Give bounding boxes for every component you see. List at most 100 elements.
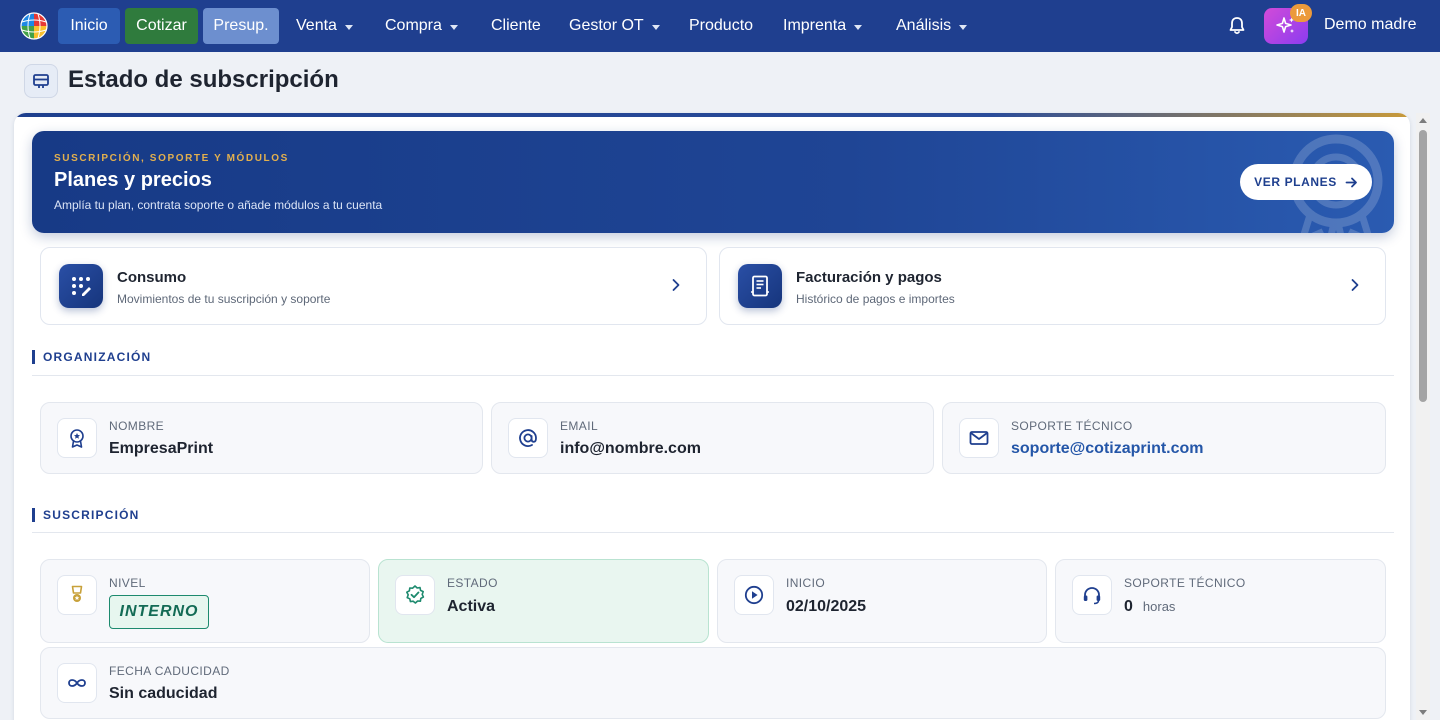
nav-analisis-menu[interactable]: Análisis [896, 8, 968, 44]
nav-gestor-ot-label: Gestor OT [569, 17, 644, 34]
expiry-card: FECHA CADUCIDAD Sin caducidad [40, 647, 1386, 719]
top-navbar: Inicio Cotizar Presup. Venta Compra Clie… [0, 0, 1440, 52]
check-badge-icon [406, 585, 425, 604]
subscription-page-icon [24, 64, 58, 98]
status-label: ESTADO [447, 576, 498, 590]
view-plans-button[interactable]: VER PLANES [1240, 164, 1372, 200]
consumption-title: Consumo [117, 269, 187, 286]
billing-title: Facturación y pagos [796, 269, 942, 286]
consumption-icon-box [59, 264, 103, 308]
mail-icon [969, 431, 989, 445]
subscription-section-header: SUSCRIPCIÓN [32, 507, 140, 523]
consumption-card[interactable]: Consumo Movimientos de tu suscripción y … [40, 247, 707, 325]
nav-compra-label: Compra [385, 17, 442, 34]
chevron-right-icon [1351, 279, 1359, 291]
nav-producto-label: Producto [689, 17, 754, 34]
support-email-link[interactable]: soporte@cotizaprint.com [1011, 440, 1204, 458]
infinity-icon [68, 679, 86, 687]
org-email-label: EMAIL [560, 419, 599, 433]
caret-down-icon [344, 24, 353, 30]
at-icon-box [508, 418, 548, 458]
start-value: 02/10/2025 [786, 598, 867, 615]
expiry-value: Sin caducidad [109, 685, 218, 702]
play-icon-box [734, 575, 774, 615]
at-icon [519, 429, 537, 447]
nav-venta-label: Venta [296, 17, 337, 34]
app-logo-icon[interactable] [20, 12, 48, 40]
scrollbar-thumb[interactable] [1419, 130, 1427, 402]
billing-subtitle: Histórico de pagos e importes [796, 292, 955, 306]
nav-inicio-button[interactable]: Inicio [58, 8, 120, 44]
banner-subtitle: Amplía tu plan, contrata soporte o añade… [54, 198, 383, 212]
arrow-right-icon [1345, 177, 1357, 187]
org-support-card: SOPORTE TÉCNICO soporte@cotizaprint.com [942, 402, 1386, 474]
nav-cotizar-button[interactable]: Cotizar [125, 8, 198, 44]
nav-presup-button[interactable]: Presup. [203, 8, 279, 44]
organization-section-header: ORGANIZACIÓN [32, 349, 151, 365]
billing-card[interactable]: Facturación y pagos Histórico de pagos e… [719, 247, 1386, 325]
level-label: NIVEL [109, 576, 146, 590]
expiry-label: FECHA CADUCIDAD [109, 664, 230, 678]
headset-icon [1083, 587, 1101, 605]
level-badge: INTERNO [109, 595, 209, 629]
nav-cliente-label: Cliente [491, 17, 541, 34]
user-menu[interactable]: Demo madre [1324, 16, 1416, 34]
support-hours-unit: horas [1142, 599, 1176, 614]
caret-down-icon [959, 24, 968, 30]
invoice-icon [751, 275, 769, 297]
org-email-card: EMAIL info@nombre.com [491, 402, 934, 474]
caret-down-icon [854, 24, 863, 30]
organization-heading: ORGANIZACIÓN [43, 350, 152, 364]
headset-icon-box [1072, 575, 1112, 615]
nav-gestor-ot-menu[interactable]: Gestor OT [569, 8, 660, 44]
dial-pad-icon [72, 277, 91, 296]
chevron-right-icon [672, 279, 680, 291]
medal-icon [71, 585, 83, 602]
status-value: Activa [447, 598, 496, 615]
plans-banner: SUSCRIPCIÓN, SOPORTE Y MÓDULOS Planes y … [32, 131, 1394, 233]
nav-venta-menu[interactable]: Venta [296, 8, 353, 44]
status-card: ESTADO Activa [378, 559, 709, 643]
nav-imprenta-label: Imprenta [783, 17, 847, 34]
subscription-card: SUSCRIPCIÓN, SOPORTE Y MÓDULOS Planes y … [14, 113, 1410, 720]
banner-title: Planes y precios [54, 169, 212, 191]
level-card: NIVEL INTERNO [40, 559, 370, 643]
org-name-card: NOMBRE EmpresaPrint [40, 402, 483, 474]
support-hours-number: 0 [1124, 598, 1133, 615]
caret-down-icon [449, 24, 458, 30]
accent-strip [14, 113, 1410, 117]
consumption-subtitle: Movimientos de tu suscripción y soporte [117, 292, 331, 306]
support-hours-card: SOPORTE TÉCNICO 0 horas [1055, 559, 1386, 643]
start-label: INICIO [786, 576, 826, 590]
org-support-label: SOPORTE TÉCNICO [1011, 419, 1133, 433]
nav-analisis-label: Análisis [896, 17, 952, 34]
receipt-icon [33, 74, 49, 88]
scroll-up-arrow-icon[interactable] [1419, 118, 1427, 123]
section-accent-bar [32, 508, 35, 522]
award-icon [70, 429, 84, 448]
nav-producto-link[interactable]: Producto [689, 8, 753, 44]
support-hours-label: SOPORTE TÉCNICO [1124, 576, 1246, 590]
billing-icon-box [738, 264, 782, 308]
bell-icon[interactable] [1227, 16, 1247, 36]
org-name-value: EmpresaPrint [109, 440, 214, 457]
start-card: INICIO 02/10/2025 [717, 559, 1047, 643]
infinity-icon-box [57, 663, 97, 703]
medal-icon-box [57, 575, 97, 615]
support-hours-value: 0 horas [1124, 598, 1175, 616]
award-icon-box [57, 418, 97, 458]
org-email-value: info@nombre.com [560, 440, 701, 457]
check-badge-icon-box [395, 575, 435, 615]
section-accent-bar [32, 350, 35, 364]
nav-cliente-link[interactable]: Cliente [491, 8, 541, 44]
play-circle-icon [744, 585, 764, 605]
nav-imprenta-menu[interactable]: Imprenta [783, 8, 863, 44]
page-title: Estado de subscripción [68, 66, 339, 93]
mail-icon-box [959, 418, 999, 458]
organization-divider [32, 375, 1394, 376]
nav-compra-menu[interactable]: Compra [385, 8, 458, 44]
scroll-down-arrow-icon[interactable] [1419, 710, 1427, 715]
view-plans-label: VER PLANES [1254, 175, 1337, 189]
subscription-divider [32, 532, 1394, 533]
banner-kicker: SUSCRIPCIÓN, SOPORTE Y MÓDULOS [54, 153, 289, 164]
